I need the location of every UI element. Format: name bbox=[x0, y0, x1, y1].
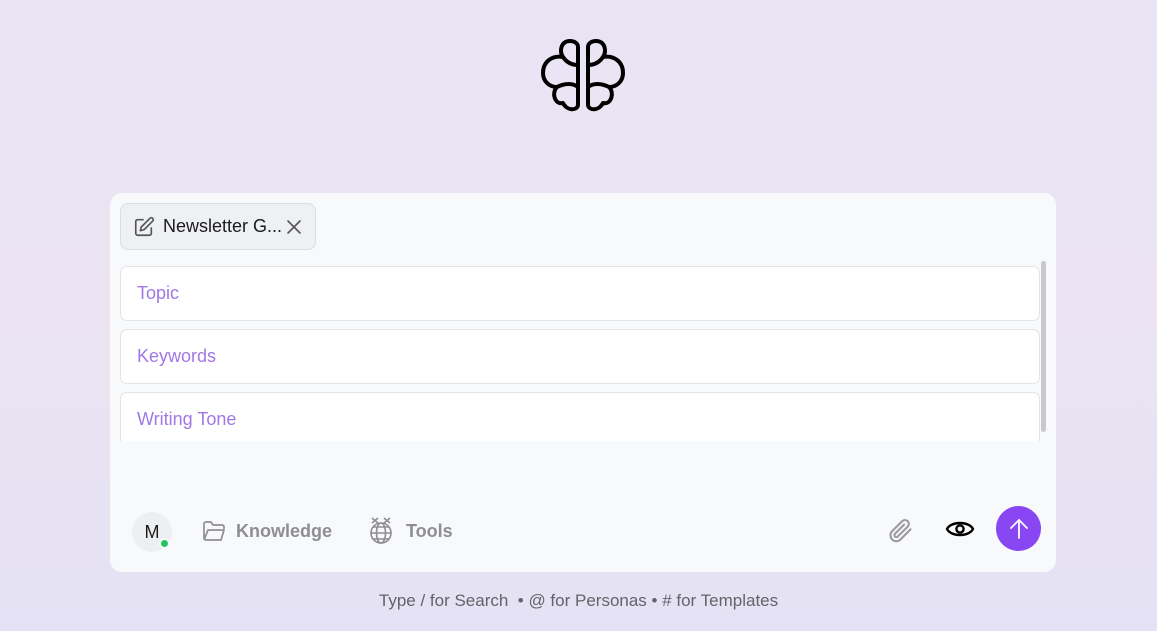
template-chip-label: Newsletter G... bbox=[163, 216, 283, 236]
knowledge-label: Knowledge bbox=[236, 520, 333, 541]
topic-field[interactable]: Topic bbox=[120, 266, 1040, 321]
tools-globe-icon bbox=[370, 517, 392, 544]
composer-toolbar: M Knowledge Tools bbox=[110, 506, 1056, 558]
arrow-up-icon bbox=[1009, 518, 1028, 539]
brain-logo-icon bbox=[541, 39, 625, 112]
knowledge-button[interactable]: Knowledge bbox=[202, 515, 332, 547]
eye-icon[interactable] bbox=[945, 517, 975, 541]
tools-label: Tools bbox=[406, 520, 453, 541]
keywords-field[interactable]: Keywords bbox=[120, 329, 1040, 384]
writing-tone-field[interactable]: Writing Tone bbox=[120, 392, 1040, 441]
online-status-dot bbox=[159, 538, 170, 549]
edit-icon bbox=[134, 216, 155, 236]
send-button[interactable] bbox=[996, 506, 1041, 551]
shortcut-hint: Type / for Search • @ for Personas • # f… bbox=[378, 591, 779, 610]
scrollbar[interactable] bbox=[1041, 261, 1046, 432]
paperclip-icon[interactable] bbox=[886, 516, 914, 544]
tools-button[interactable]: Tools bbox=[366, 515, 453, 547]
avatar-initial: M bbox=[144, 521, 160, 542]
folder-icon bbox=[203, 521, 225, 541]
composer-panel: Newsletter G... Topic Keywords Writing T… bbox=[110, 193, 1056, 572]
template-chip[interactable]: Newsletter G... bbox=[120, 203, 316, 250]
template-fields: Topic Keywords Writing Tone bbox=[120, 266, 1040, 441]
close-icon[interactable] bbox=[285, 218, 303, 236]
